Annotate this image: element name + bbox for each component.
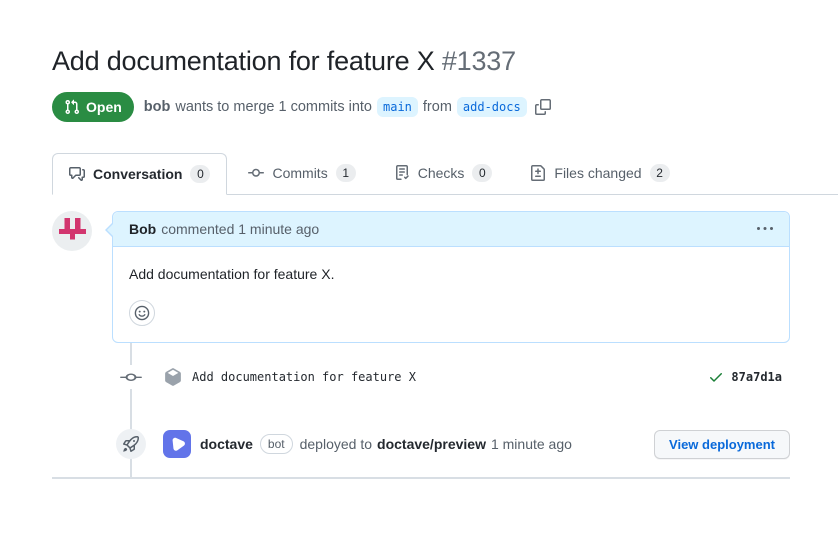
pr-state-label: Open (86, 97, 122, 117)
pr-meta-text: wants to merge 1 commits into (175, 99, 372, 115)
pr-state-badge: Open (52, 92, 134, 122)
deployment-row: doctave bot deployed to doctave/preview … (52, 429, 790, 459)
tab-conversation-label: Conversation (93, 166, 182, 182)
comment-row: Bob commented 1 minute ago Add documenta… (52, 211, 790, 343)
git-commit-marker-icon (119, 365, 143, 389)
smiley-icon (134, 305, 150, 321)
add-reaction-button[interactable] (129, 300, 155, 326)
git-pull-request-icon (64, 99, 80, 115)
checklist-icon (394, 165, 410, 181)
doctave-logo[interactable] (163, 430, 191, 458)
package-icon (164, 368, 182, 386)
tab-checks-count: 0 (472, 164, 492, 182)
copy-icon (535, 99, 551, 115)
comment-author-link[interactable]: Bob (129, 221, 156, 237)
check-icon[interactable] (708, 369, 724, 385)
bot-badge: bot (260, 434, 293, 454)
tab-commits[interactable]: Commits 1 (231, 152, 372, 194)
pr-timeline: Bob commented 1 minute ago Add documenta… (52, 211, 790, 477)
tab-conversation[interactable]: Conversation 0 (52, 153, 227, 195)
doctave-logo-icon (163, 430, 191, 458)
bottom-divider (52, 477, 790, 479)
pr-author-link[interactable]: bob (144, 99, 171, 115)
deployment-text: doctave bot deployed to doctave/preview … (200, 434, 572, 454)
pr-title: Add documentation for feature X #1337 (52, 44, 790, 78)
kebab-horizontal-icon (757, 221, 773, 237)
commit-row: Add documentation for feature X 87a7d1a (52, 365, 790, 389)
author-avatar[interactable] (52, 211, 92, 251)
tab-commits-label: Commits (272, 165, 327, 181)
commit-status: 87a7d1a (708, 369, 782, 385)
pr-title-text: Add documentation for feature X (52, 46, 435, 76)
base-branch-label[interactable]: main (377, 97, 418, 117)
comment-discussion-icon (69, 166, 85, 182)
copy-branch-button[interactable] (535, 99, 551, 115)
tab-checks-label: Checks (418, 165, 465, 181)
deploy-time: 1 minute ago (491, 436, 572, 452)
pr-meta-sentence: bob wants to merge 1 commits into main f… (144, 97, 551, 117)
commit-message-link[interactable]: Add documentation for feature X (192, 370, 416, 384)
deploy-app-name[interactable]: doctave (200, 436, 253, 452)
comment-options-button[interactable] (757, 221, 773, 237)
tab-files-changed-count: 2 (650, 164, 670, 182)
commit-sha-link[interactable]: 87a7d1a (731, 370, 782, 384)
rocket-badge (116, 429, 146, 459)
pr-number: #1337 (442, 46, 516, 76)
comment-box: Bob commented 1 minute ago Add documenta… (112, 211, 790, 343)
pr-meta-from-word: from (423, 99, 452, 115)
tab-files-changed[interactable]: Files changed 2 (513, 152, 686, 194)
identicon (59, 218, 86, 245)
comment-action-text: commented 1 minute ago (161, 221, 319, 237)
deploy-environment: doctave/preview (377, 436, 486, 452)
deploy-action-text: deployed to (300, 436, 372, 452)
file-diff-icon (530, 165, 546, 181)
tab-checks[interactable]: Checks 0 (377, 152, 510, 194)
rocket-icon (123, 436, 139, 452)
comment-text: Add documentation for feature X. (129, 264, 773, 285)
pr-meta-row: Open bob wants to merge 1 commits into m… (52, 92, 790, 122)
pr-tab-nav: Conversation 0 Commits 1 Checks 0 Files … (52, 152, 838, 195)
tab-conversation-count: 0 (190, 165, 210, 183)
committer-avatar[interactable] (163, 367, 183, 387)
head-branch-label[interactable]: add-docs (457, 97, 527, 117)
pull-request-page: Add documentation for feature X #1337 Op… (0, 44, 838, 479)
git-commit-icon (248, 165, 264, 181)
tab-commits-count: 1 (336, 164, 356, 182)
comment-body: Add documentation for feature X. (113, 247, 789, 342)
comment-header: Bob commented 1 minute ago (113, 212, 789, 247)
view-deployment-button[interactable]: View deployment (654, 430, 790, 459)
tab-files-changed-label: Files changed (554, 165, 641, 181)
